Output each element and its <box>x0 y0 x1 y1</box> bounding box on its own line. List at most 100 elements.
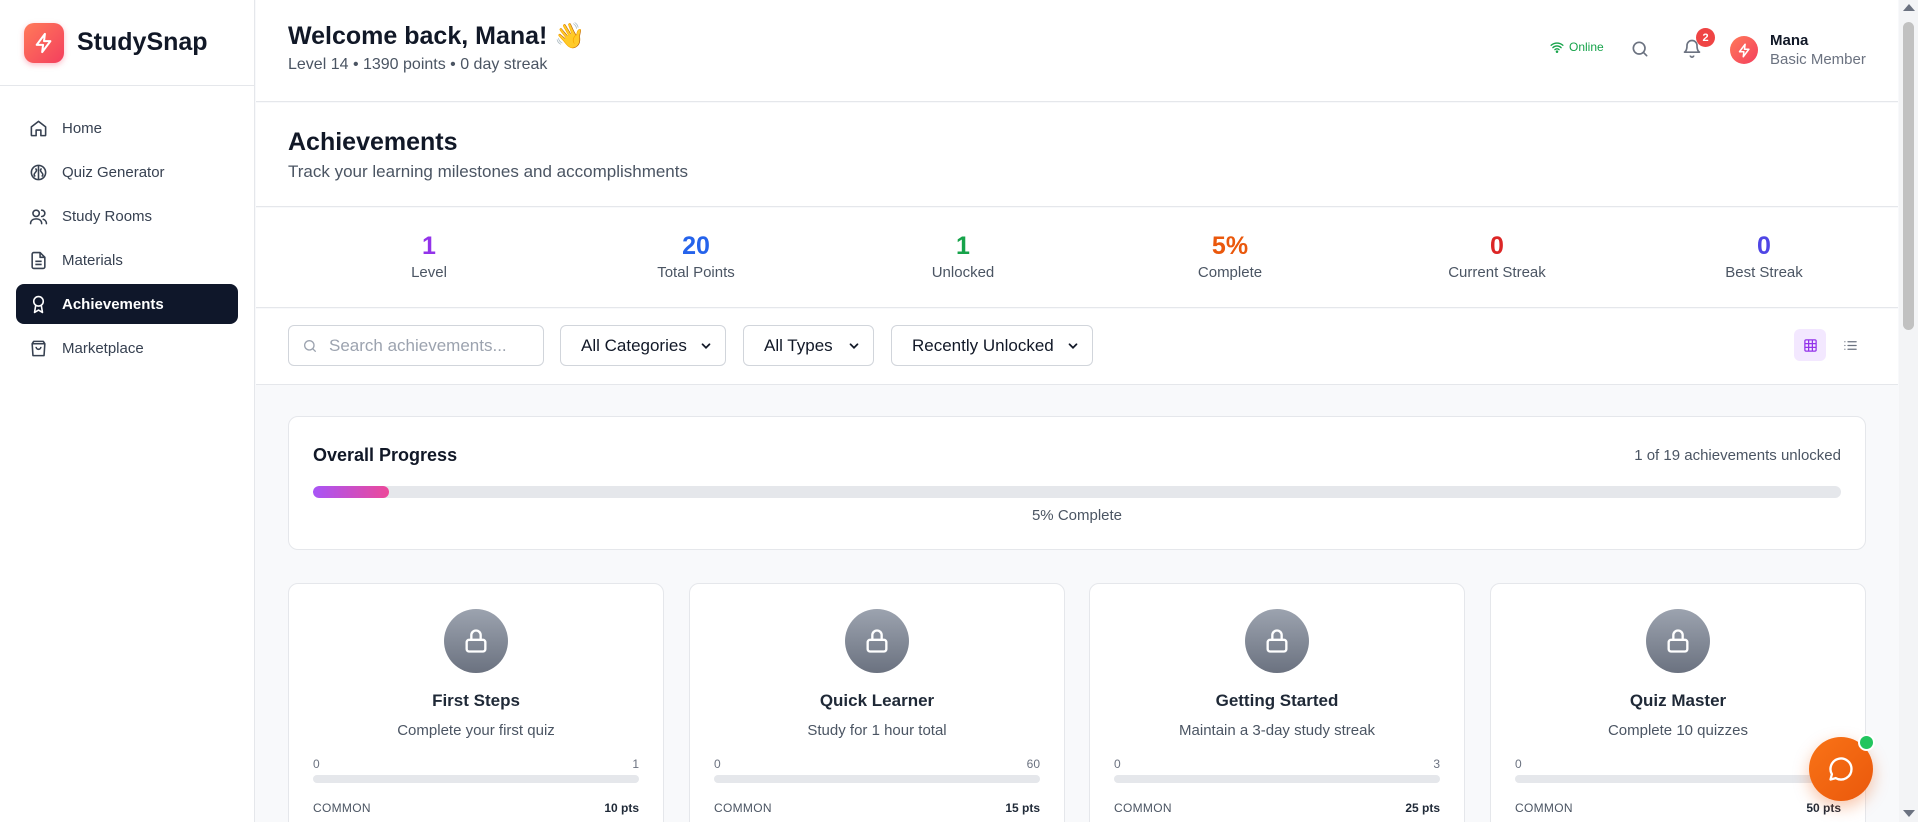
achievement-progress-current: 0 <box>1515 757 1522 771</box>
sidebar-item-achievements[interactable]: Achievements <box>16 284 238 324</box>
achievement-progress-current: 0 <box>313 757 320 771</box>
achievement-badge <box>1245 609 1309 673</box>
achievement-card-quiz-master[interactable]: Quiz Master Complete 10 quizzes 0 10 COM… <box>1490 583 1866 822</box>
chevron-down-icon <box>1068 342 1078 349</box>
user-membership: Basic Member <box>1770 51 1866 68</box>
achievement-progress-current: 0 <box>1114 757 1121 771</box>
stat-label: Level <box>411 264 447 281</box>
user-name[interactable]: Mana <box>1770 32 1808 49</box>
online-status-label: Online <box>1569 40 1604 54</box>
scroll-up-arrow-icon[interactable] <box>1903 4 1915 11</box>
achievement-description: Complete your first quiz <box>397 722 555 739</box>
scrollbar-thumb[interactable] <box>1903 22 1914 330</box>
achievement-points: 15 pts <box>1005 801 1040 815</box>
search-input[interactable] <box>329 335 529 356</box>
achievement-points: 10 pts <box>604 801 639 815</box>
achievement-badge <box>444 609 508 673</box>
stat-label: Current Streak <box>1448 264 1546 281</box>
sidebar-item-label: Materials <box>62 251 123 269</box>
lock-icon <box>465 629 487 653</box>
achievement-badge <box>1646 609 1710 673</box>
sidebar-item-label: Marketplace <box>62 339 144 357</box>
lightning-logo-icon <box>24 22 64 63</box>
search-icon <box>304 339 316 352</box>
sidebar-item-marketplace[interactable]: Marketplace <box>16 328 238 368</box>
achievement-title: Getting Started <box>1215 691 1339 710</box>
stat-total-points: 20 Total Points <box>596 232 796 281</box>
sidebar-item-label: Achievements <box>62 295 164 313</box>
grid-view-button[interactable] <box>1794 329 1826 361</box>
header-search-button[interactable] <box>1630 39 1650 64</box>
type-select[interactable]: All Types <box>743 325 874 366</box>
achievement-progress-bar <box>1114 775 1440 783</box>
achievement-rarity: COMMON <box>313 801 371 815</box>
top-header: Welcome back, Mana! 👋 Level 14 • 1390 po… <box>256 0 1898 102</box>
sort-select[interactable]: Recently Unlocked <box>891 325 1093 366</box>
overall-progress-bar <box>313 486 1841 498</box>
achievement-rarity: COMMON <box>714 801 772 815</box>
achievement-badge <box>845 609 909 673</box>
achievement-description: Study for 1 hour total <box>807 722 947 739</box>
page-scrollbar[interactable] <box>1899 0 1918 822</box>
page-subtitle: Track your learning milestones and accom… <box>288 162 688 181</box>
stat-value: 20 <box>682 232 710 260</box>
shopping-bag-icon <box>31 340 46 356</box>
achievement-description: Complete 10 quizzes <box>1607 722 1749 739</box>
stat-value: 0 <box>1757 232 1771 260</box>
achievement-progress-target: 3 <box>1433 757 1440 771</box>
lock-icon <box>1266 629 1288 653</box>
achievement-title: Quick Learner <box>819 691 935 710</box>
chevron-down-icon <box>849 342 859 349</box>
online-status: Online <box>1550 40 1604 54</box>
achievement-card-quick-learner[interactable]: Quick Learner Study for 1 hour total 0 6… <box>689 583 1065 822</box>
avatar[interactable] <box>1730 36 1758 64</box>
stat-value: 1 <box>422 232 436 260</box>
achievement-rarity: COMMON <box>1515 801 1573 815</box>
achievement-rarity: COMMON <box>1114 801 1172 815</box>
achievement-title: First Steps <box>432 691 520 710</box>
achievements-unlocked-count: 1 of 19 achievements unlocked <box>1634 447 1841 464</box>
user-stats-summary: Level 14 • 1390 points • 0 day streak <box>288 56 548 73</box>
sidebar-item-study-rooms[interactable]: Study Rooms <box>16 196 238 236</box>
stat-value: 5% <box>1211 232 1249 260</box>
achievement-progress-target: 60 <box>1026 757 1040 771</box>
brand[interactable]: StudySnap <box>0 0 254 86</box>
sidebar-item-quiz-generator[interactable]: Quiz Generator <box>16 152 238 192</box>
list-view-button[interactable] <box>1834 329 1866 361</box>
stat-label: Complete <box>1197 264 1263 281</box>
sidebar-item-label: Home <box>62 119 103 137</box>
lock-icon <box>1667 629 1689 653</box>
lightning-icon <box>1738 43 1750 57</box>
chat-online-indicator <box>1858 734 1875 751</box>
sort-select-value: Recently Unlocked <box>912 335 1054 355</box>
search-icon <box>1632 41 1648 57</box>
stat-label: Best Streak <box>1725 264 1803 281</box>
overall-progress-title: Overall Progress <box>313 445 458 465</box>
achievement-progress-current: 0 <box>714 757 721 771</box>
stat-best-streak: 0 Best Streak <box>1664 232 1864 281</box>
achievement-progress-bar <box>714 775 1040 783</box>
achievement-card-getting-started[interactable]: Getting Started Maintain a 3-day study s… <box>1089 583 1465 822</box>
chevron-down-icon <box>701 342 711 349</box>
filters-bar: All Categories All Types Recently Unlock… <box>256 309 1898 385</box>
type-select-value: All Types <box>764 335 833 355</box>
sidebar-item-label: Quiz Generator <box>62 163 165 181</box>
stat-value: 0 <box>1490 232 1504 260</box>
scroll-down-arrow-icon[interactable] <box>1903 810 1915 817</box>
sidebar: StudySnap Home Quiz Generator Study Room… <box>0 0 255 822</box>
category-select[interactable]: All Categories <box>560 325 726 366</box>
lock-icon <box>866 629 888 653</box>
page-heading-section: Achievements Track your learning milesto… <box>256 103 1898 207</box>
stat-complete: 5% Complete <box>1130 232 1330 281</box>
list-icon <box>1843 340 1857 350</box>
stat-value: 1 <box>956 232 970 260</box>
sidebar-item-home[interactable]: Home <box>16 108 238 148</box>
sidebar-item-label: Study Rooms <box>62 207 153 225</box>
stat-level: 1 Level <box>329 232 529 281</box>
sidebar-nav: Home Quiz Generator Study Rooms Material… <box>0 86 254 368</box>
sidebar-item-materials[interactable]: Materials <box>16 240 238 280</box>
brain-icon <box>30 164 47 180</box>
search-field[interactable] <box>288 325 544 366</box>
achievement-card-first-steps[interactable]: First Steps Complete your first quiz 0 1… <box>288 583 664 822</box>
welcome-heading: Welcome back, Mana! 👋 <box>288 22 586 50</box>
